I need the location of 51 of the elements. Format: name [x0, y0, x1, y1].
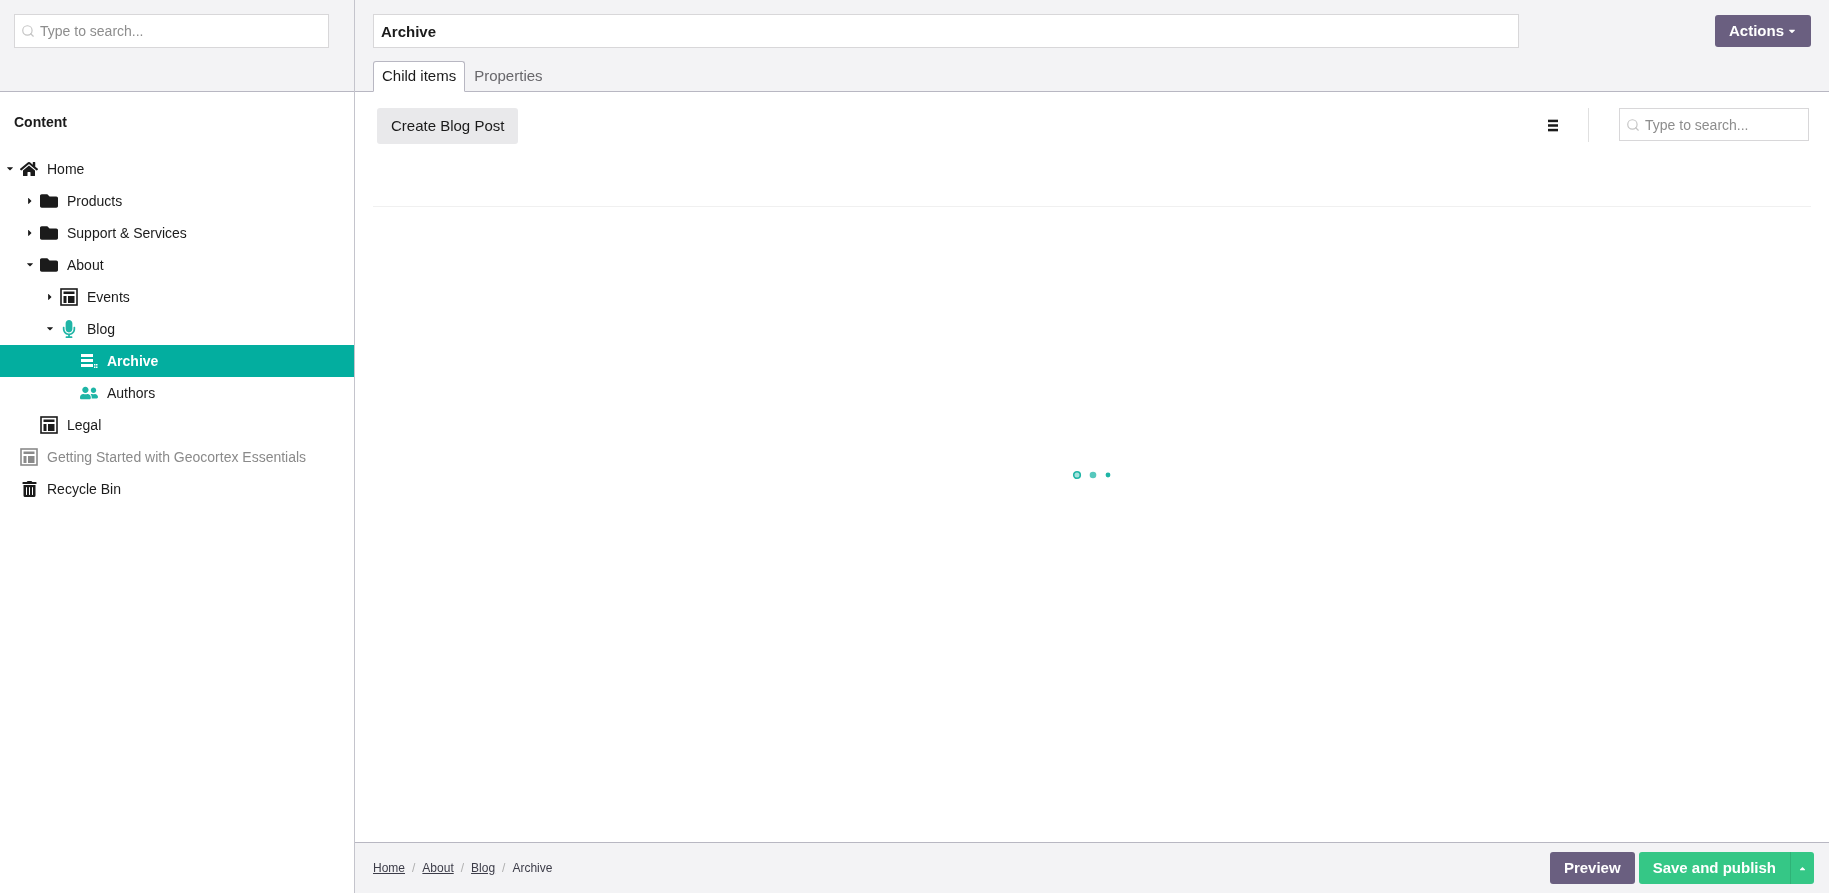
tree-item[interactable]: Blog — [0, 313, 354, 345]
search-icon — [21, 24, 35, 38]
tree-item[interactable]: Legal — [0, 409, 354, 441]
tree-item[interactable]: Events — [0, 281, 354, 313]
tree-item[interactable]: Authors — [0, 377, 354, 409]
folder-icon — [40, 192, 58, 210]
tab[interactable]: Properties — [465, 61, 552, 92]
tree-item[interactable]: Products — [0, 185, 354, 217]
breadcrumb-link[interactable]: Home — [373, 859, 405, 877]
list-icon — [80, 352, 98, 370]
search-field[interactable]: Type to search... — [1619, 108, 1809, 141]
tree-item[interactable]: Home — [0, 153, 354, 185]
preview-button[interactable]: Preview — [1549, 852, 1635, 884]
tree-item-label: Blog — [87, 319, 116, 339]
tree-item[interactable]: About — [0, 249, 354, 281]
house-icon — [20, 160, 38, 178]
tree-item-label: Home — [47, 159, 85, 179]
breadcrumb-link[interactable]: Blog — [471, 859, 496, 877]
tree-item-label: Events — [87, 287, 130, 307]
list-view-icon[interactable] — [1548, 119, 1558, 132]
tree-item-label: About — [67, 255, 104, 275]
sidebar-title: Content — [14, 113, 67, 132]
layout-icon — [60, 288, 78, 306]
folder-icon — [40, 256, 58, 274]
tree-item-label: Products — [67, 191, 123, 211]
actions-button[interactable]: Actions — [1715, 15, 1811, 47]
tree-item[interactable]: Recycle Bin — [0, 473, 354, 505]
breadcrumb-separator: / — [412, 860, 416, 877]
tree-item-label: Archive — [107, 351, 159, 371]
folder-icon — [40, 224, 58, 242]
breadcrumb-link[interactable]: About — [422, 859, 454, 877]
tree-item-label: Recycle Bin — [47, 479, 121, 499]
tree-item-label: Support & Services — [67, 223, 187, 243]
name-field[interactable]: Archive — [373, 14, 1519, 48]
loading-indicator — [1072, 469, 1112, 480]
tree-item-label: Getting Started with Geocortex Essentials — [47, 447, 307, 467]
search-icon — [1626, 117, 1640, 132]
layout-icon — [40, 416, 58, 434]
create-blog-post-button[interactable]: Create Blog Post — [377, 108, 519, 144]
tab[interactable]: Child items — [373, 61, 466, 92]
trash-icon — [21, 481, 37, 497]
tree-item-label: Legal — [67, 415, 102, 435]
microphone-icon — [60, 320, 78, 338]
people-icon — [80, 384, 98, 402]
breadcrumb-current: Archive — [512, 860, 553, 877]
layout-icon — [20, 448, 38, 466]
breadcrumb-separator: / — [460, 860, 465, 877]
tree-item[interactable]: Support & Services — [0, 217, 354, 249]
search-field[interactable]: Type to search... — [14, 14, 329, 48]
tree-item-label: Authors — [107, 383, 156, 403]
breadcrumb-separator: / — [502, 860, 506, 877]
